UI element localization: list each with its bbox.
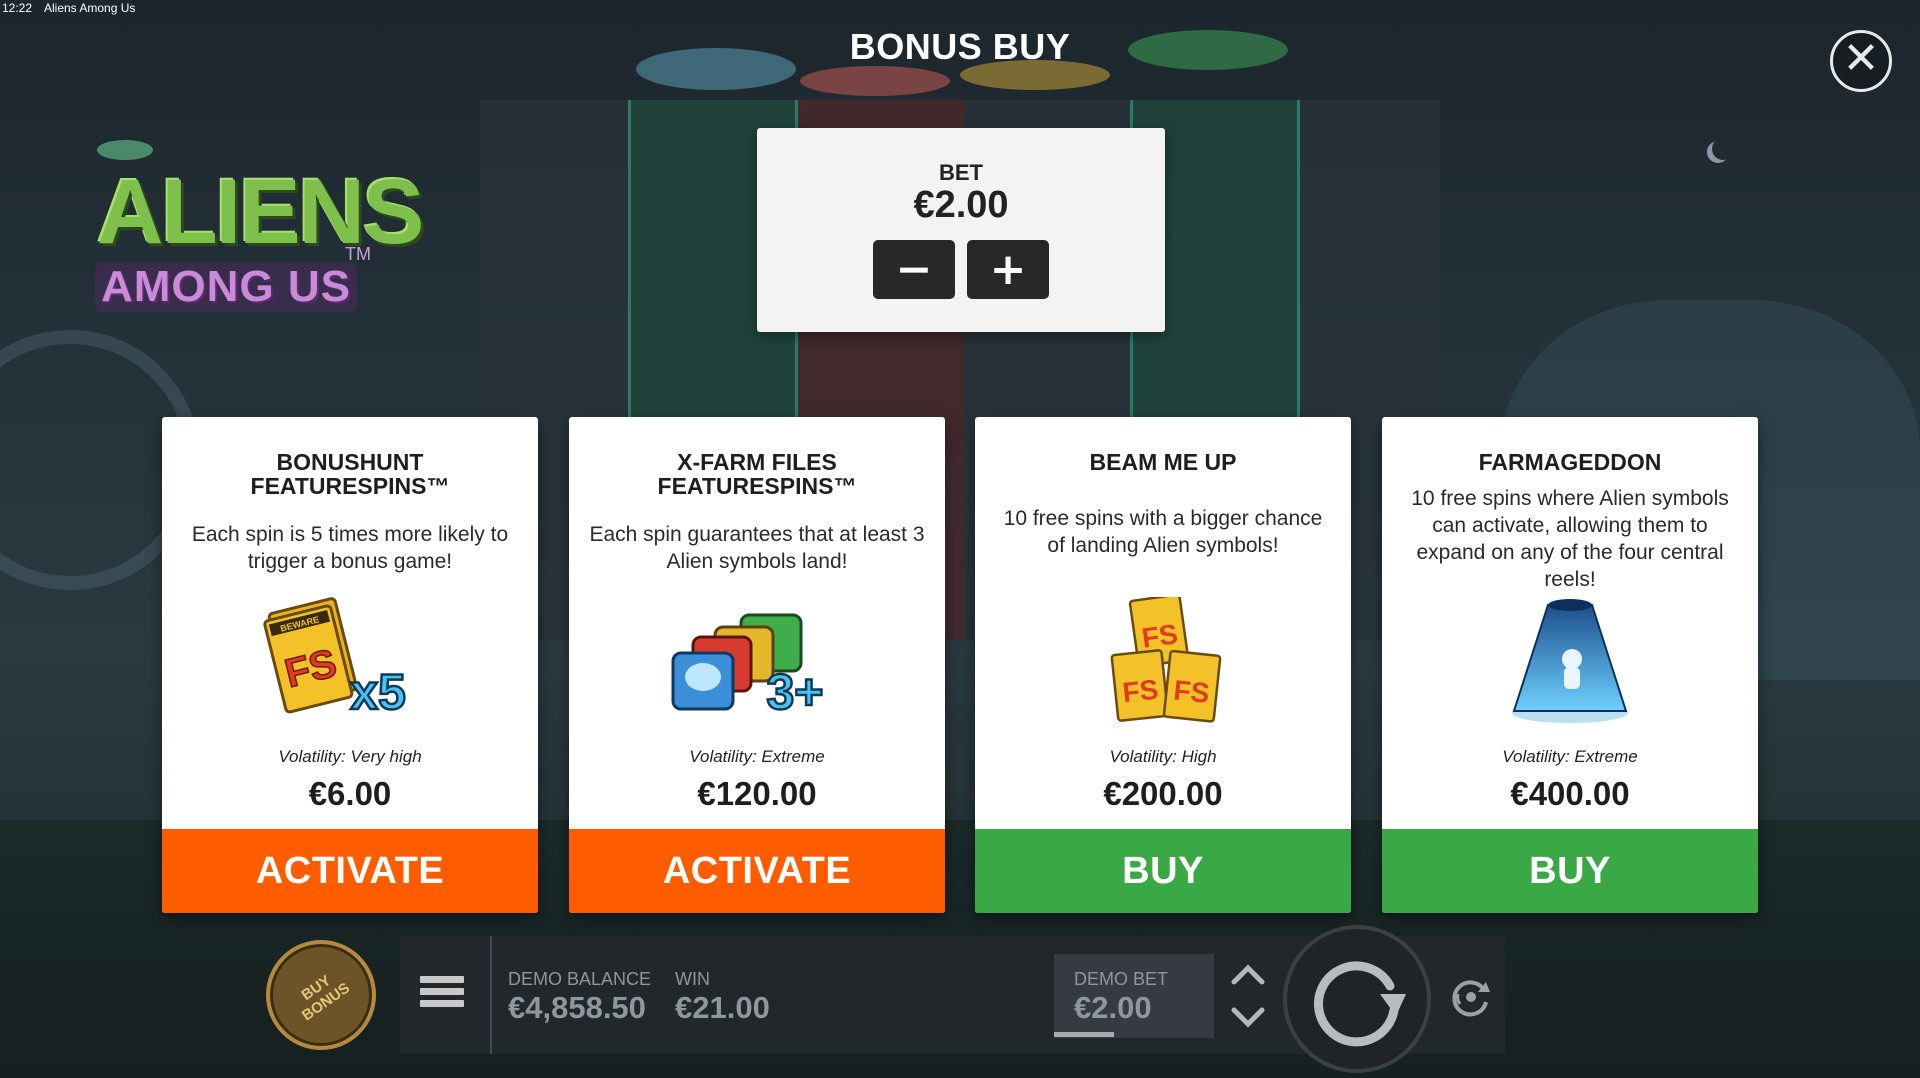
bonus-card-xfarm-files: X-FARM FILES FEATURESPINS™ Each spin gua… (569, 417, 945, 913)
bonus-card-beam-me-up: BEAM ME UP 10 free spins with a bigger c… (975, 417, 1351, 913)
logo-trademark: TM (345, 244, 371, 264)
logo-ufo-icon (97, 140, 153, 160)
status-window-title: Aliens Among Us (44, 1, 136, 15)
card-description: 10 free spins where Alien symbols can ac… (1411, 487, 1729, 591)
spin-icon (1314, 961, 1406, 1047)
card-price: €400.00 (1510, 775, 1630, 812)
autoplay-icon[interactable] (1448, 974, 1494, 1020)
bet-panel: BET €2.00 − + (757, 128, 1165, 332)
card-title: BONUSHUNT FEATURESPINS™ (250, 449, 450, 499)
decrease-bet-button[interactable]: − (873, 240, 955, 299)
page-title: BONUS BUY (849, 26, 1071, 67)
card-art-badge: 3+ (766, 664, 823, 720)
minus-icon: − (895, 244, 933, 295)
card-description: Each spin guarantees that at least 3 Ali… (589, 523, 925, 573)
moon-decoration (1712, 138, 1734, 160)
hud-divider (490, 936, 492, 1054)
bet-value: €2.00 (913, 184, 1009, 226)
buy-bonus-button[interactable]: BUY BONUS (266, 940, 376, 1050)
demo-balance-value: €4,858.50 (508, 990, 646, 1025)
alien-symbols-3plus-icon: 3+ (671, 613, 825, 721)
card-art-fs-text: FS (1172, 674, 1211, 709)
bet-underline (1054, 1032, 1114, 1037)
card-price: €120.00 (697, 775, 817, 812)
win-value: €21.00 (675, 990, 770, 1025)
card-title: BEAM ME UP (1089, 449, 1237, 475)
status-time: 12:22 (2, 1, 33, 15)
win-label: WIN (675, 969, 710, 989)
card-art-fs-text: FS (1140, 618, 1180, 654)
card-description: 10 free spins with a bigger chance of la… (1003, 507, 1323, 557)
demo-bet-label: DEMO BET (1074, 969, 1169, 989)
demo-balance-label: DEMO BALANCE (508, 969, 652, 989)
card-volatility: Volatility: Very high (278, 747, 422, 766)
bonus-card-farmageddon: FARMAGEDDON 10 free spins where Alien sy… (1382, 417, 1758, 913)
plus-icon: + (989, 244, 1027, 295)
buy-farmageddon-button[interactable]: BUY (1382, 829, 1758, 913)
card-volatility: Volatility: High (1109, 747, 1217, 766)
bonus-card-bonushunt: BONUSHUNT FEATURESPINS™ Each spin is 5 t… (162, 417, 538, 913)
increase-bet-button[interactable]: + (967, 240, 1049, 299)
card-title: FARMAGEDDON (1478, 449, 1662, 475)
game-logo: ALIENS AMONG US TM (55, 140, 424, 312)
card-price: €6.00 (308, 775, 392, 812)
fs-cards-stack-icon: FS FS FS (1110, 597, 1222, 723)
card-title: X-FARM FILES FEATURESPINS™ (657, 449, 857, 499)
card-art-fs-text: FS (1121, 674, 1160, 709)
logo-sub-text: AMONG US (95, 262, 357, 312)
ufo-decoration (800, 66, 950, 96)
spin-button[interactable] (1283, 925, 1431, 1073)
card-description: Each spin is 5 times more likely to trig… (191, 523, 509, 573)
activate-bonushunt-button[interactable]: ACTIVATE (162, 829, 538, 913)
card-volatility: Volatility: Extreme (689, 747, 825, 766)
bet-up-down-arrows-icon[interactable] (1222, 958, 1274, 1034)
hamburger-menu-icon[interactable] (420, 976, 466, 1016)
bet-label: BET (939, 160, 983, 185)
buy-beam-me-up-button[interactable]: BUY (975, 829, 1351, 913)
demo-bet-value: €2.00 (1074, 990, 1152, 1025)
card-volatility: Volatility: Extreme (1502, 747, 1638, 766)
tractor-beam-icon (1512, 599, 1628, 723)
fs-card-x5-icon: BEWARE FS x5 (263, 597, 407, 721)
activate-xfarm-files-button[interactable]: ACTIVATE (569, 829, 945, 913)
logo-main-text: ALIENS (97, 161, 424, 263)
card-art-badge: x5 (350, 664, 406, 720)
close-button[interactable]: ✕ (1830, 30, 1892, 92)
card-price: €200.00 (1103, 775, 1223, 812)
buy-bonus-label: BUY BONUS (298, 971, 353, 1025)
close-icon: ✕ (1842, 33, 1880, 84)
